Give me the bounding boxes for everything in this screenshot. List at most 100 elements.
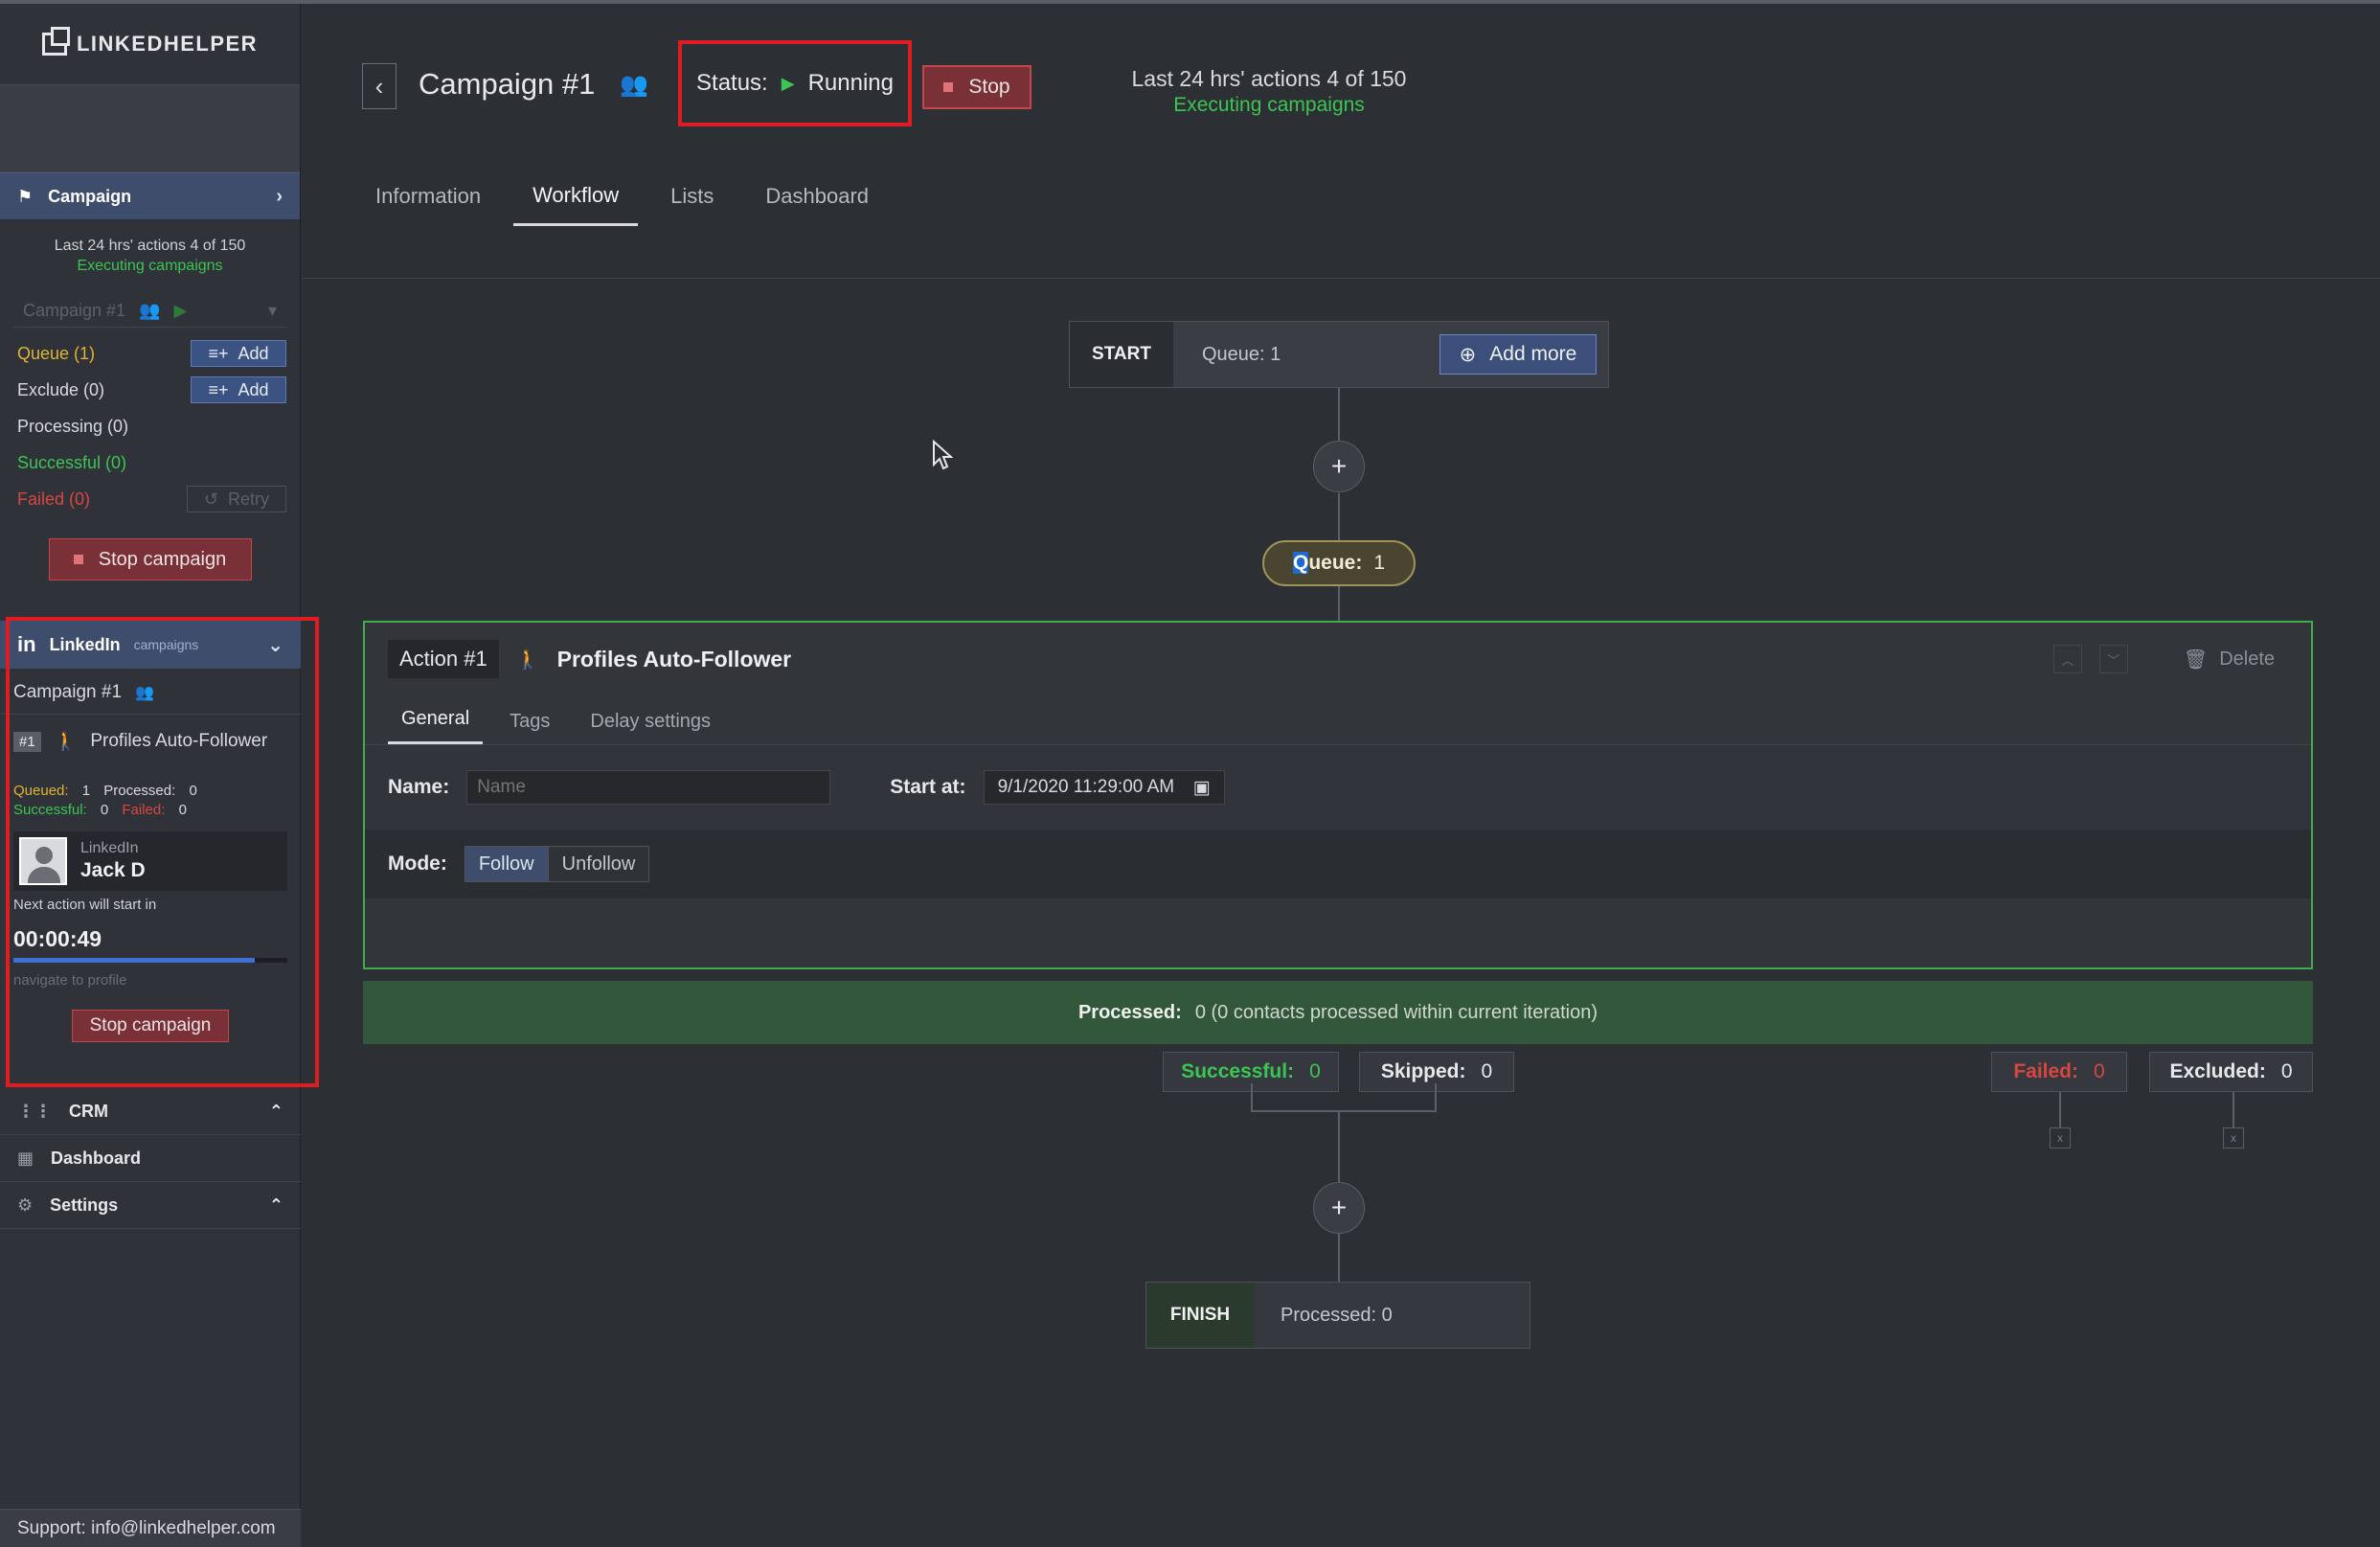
mode-follow-button[interactable]: Follow bbox=[465, 847, 548, 881]
retry-icon: ↺ bbox=[203, 489, 219, 509]
start-at-value: 9/1/2020 11:29:00 AM bbox=[997, 777, 1175, 797]
chevron-down-icon: ▾ bbox=[267, 301, 277, 320]
processing-label[interactable]: Processing (0) bbox=[17, 417, 128, 437]
excluded-result[interactable]: Excluded: 0 bbox=[2149, 1052, 2313, 1092]
stop-icon bbox=[943, 82, 954, 92]
start-label: START bbox=[1070, 322, 1173, 387]
excluded-result-value: 0 bbox=[2280, 1060, 2293, 1082]
plus-icon: + bbox=[1330, 1193, 1348, 1222]
tab-workflow[interactable]: Workflow bbox=[513, 167, 639, 226]
plus-circle-icon: ⊕ bbox=[1459, 343, 1477, 366]
processing-row: Processing (0) bbox=[0, 408, 300, 444]
action-card: Action #1 🚶 Profiles Auto-Follower ︿ ﹀ 🗑… bbox=[363, 621, 2313, 969]
status-label: Status: bbox=[696, 70, 768, 96]
failed-label[interactable]: Failed (0) bbox=[17, 489, 90, 510]
campaign-title: Campaign #1 bbox=[419, 67, 596, 101]
delete-label: Delete bbox=[2219, 648, 2275, 670]
tab-bar: Information Workflow Lists Dashboard bbox=[356, 167, 901, 226]
subtab-tags[interactable]: Tags bbox=[496, 711, 563, 744]
add-more-button[interactable]: ⊕ Add more bbox=[1439, 334, 1597, 375]
successful-result-value: 0 bbox=[1309, 1060, 1321, 1082]
skipped-result-label: Skipped: bbox=[1380, 1060, 1466, 1082]
workflow-finish-node: FINISH Processed: 0 bbox=[1145, 1282, 1530, 1349]
settings-label: Settings bbox=[50, 1195, 119, 1215]
move-down-button[interactable]: ﹀ bbox=[2098, 645, 2128, 673]
delete-action-button[interactable]: 🗑 Delete bbox=[2184, 648, 2275, 671]
queue-add-button[interactable]: ≡+ Add bbox=[191, 340, 286, 367]
logo-icon bbox=[41, 27, 70, 56]
people-icon: 👥 bbox=[620, 71, 649, 98]
retry-label: Retry bbox=[228, 489, 270, 509]
play-icon: ▶ bbox=[781, 73, 795, 93]
sidebar-item-crm[interactable]: ⋮⋮ CRM ⌃ bbox=[0, 1089, 301, 1135]
status-value: Running bbox=[807, 70, 894, 96]
linkedin-highlight-box bbox=[6, 617, 319, 1087]
play-icon: ▶ bbox=[173, 301, 188, 320]
tab-dashboard[interactable]: Dashboard bbox=[746, 167, 888, 226]
back-button[interactable]: ‹ bbox=[362, 63, 397, 109]
calendar-icon[interactable]: ▣ bbox=[1193, 777, 1211, 799]
logo-text: LINKEDHELPER bbox=[76, 32, 259, 56]
start-at-label: Start at: bbox=[890, 776, 966, 798]
sidebar-item-settings[interactable]: ⚙ Settings ⌃ bbox=[0, 1183, 301, 1229]
people-icon: 👥 bbox=[139, 301, 161, 320]
crm-label: CRM bbox=[69, 1102, 108, 1121]
failed-result[interactable]: Failed: 0 bbox=[1991, 1052, 2127, 1092]
successful-row: Successful (0) bbox=[0, 444, 300, 481]
tab-lists[interactable]: Lists bbox=[651, 167, 733, 226]
campaign-section-header[interactable]: ⚑ Campaign › bbox=[0, 172, 300, 220]
finish-label: FINISH bbox=[1146, 1283, 1254, 1348]
chevron-up-icon: ⌃ bbox=[268, 1102, 283, 1121]
tab-information[interactable]: Information bbox=[356, 167, 500, 226]
subtab-general[interactable]: General bbox=[388, 708, 484, 744]
mode-unfollow-button[interactable]: Unfollow bbox=[547, 847, 649, 881]
failed-result-label: Failed: bbox=[2013, 1060, 2078, 1082]
start-queue: Queue: 1 bbox=[1202, 343, 1281, 365]
retry-button[interactable]: ↺ Retry bbox=[187, 486, 286, 512]
action-form-row-1: Name: Start at: 9/1/2020 11:29:00 AM ▣ bbox=[365, 745, 2311, 830]
support-link[interactable]: Support: info@linkedhelper.com bbox=[0, 1509, 301, 1547]
exclude-label[interactable]: Exclude (0) bbox=[17, 380, 104, 400]
exclude-row: Exclude (0) ≡+ Add bbox=[0, 372, 300, 408]
successful-label[interactable]: Successful (0) bbox=[17, 453, 126, 473]
stop-campaign-button[interactable]: Stop campaign bbox=[48, 538, 252, 580]
excluded-branch-end: x bbox=[2223, 1127, 2244, 1149]
chevron-up-icon: ⌃ bbox=[268, 1195, 283, 1215]
dashboard-icon: ▦ bbox=[17, 1149, 34, 1168]
connector-line bbox=[1338, 1112, 1340, 1184]
connector-line bbox=[1338, 1232, 1340, 1284]
stop-campaign-label: Stop campaign bbox=[98, 548, 227, 570]
action-number: Action #1 bbox=[388, 640, 499, 678]
main-panel: ‹ Campaign #1 👥 Status: ▶ Running Stop L… bbox=[302, 4, 2380, 1547]
finish-processed: Processed: 0 bbox=[1281, 1304, 1393, 1326]
walking-icon: 🚶 bbox=[515, 648, 540, 671]
chevron-left-icon: ‹ bbox=[374, 71, 384, 101]
start-at-input[interactable]: 9/1/2020 11:29:00 AM ▣ bbox=[983, 770, 1225, 805]
subtab-delay-settings[interactable]: Delay settings bbox=[577, 711, 724, 744]
add-action-button-top[interactable]: + bbox=[1313, 441, 1365, 492]
connector-line bbox=[1338, 388, 1340, 445]
app-logo[interactable]: LINKEDHELPER bbox=[0, 4, 300, 84]
name-input[interactable] bbox=[466, 770, 831, 805]
header-stats-line: Last 24 hrs' actions 4 of 150 bbox=[1131, 66, 1407, 91]
queue-pill[interactable]: Queue: 1 bbox=[1262, 540, 1416, 586]
processed-value: 0 (0 contacts processed within current i… bbox=[1194, 1001, 1598, 1023]
chevron-down-icon: ﹀ bbox=[2107, 652, 2120, 668]
tabs-divider bbox=[302, 278, 2380, 279]
queue-row: Queue (1) ≡+ Add bbox=[0, 335, 300, 372]
exclude-add-button[interactable]: ≡+ Add bbox=[191, 376, 286, 403]
sidebar-item-dashboard[interactable]: ▦ Dashboard bbox=[0, 1136, 301, 1182]
queue-pill-label-selection: Q bbox=[1292, 552, 1309, 574]
stop-button[interactable]: Stop bbox=[922, 65, 1031, 109]
move-up-button[interactable]: ︿ bbox=[2052, 645, 2082, 673]
processed-bar: Processed: 0 (0 contacts processed withi… bbox=[363, 981, 2313, 1044]
failed-result-value: 0 bbox=[2094, 1060, 2105, 1082]
chevron-up-icon: ︿ bbox=[2061, 652, 2074, 668]
failed-row: Failed (0) ↺ Retry bbox=[0, 481, 300, 517]
status-indicator: Status: ▶ Running bbox=[678, 40, 912, 126]
connector-line bbox=[1338, 493, 1340, 541]
campaign-select[interactable]: Campaign #1 👥 ▶ ▾ bbox=[13, 295, 286, 328]
mode-toggle: Follow Unfollow bbox=[464, 846, 650, 882]
add-action-button-bottom[interactable]: + bbox=[1313, 1182, 1365, 1234]
queue-label[interactable]: Queue (1) bbox=[17, 344, 95, 364]
